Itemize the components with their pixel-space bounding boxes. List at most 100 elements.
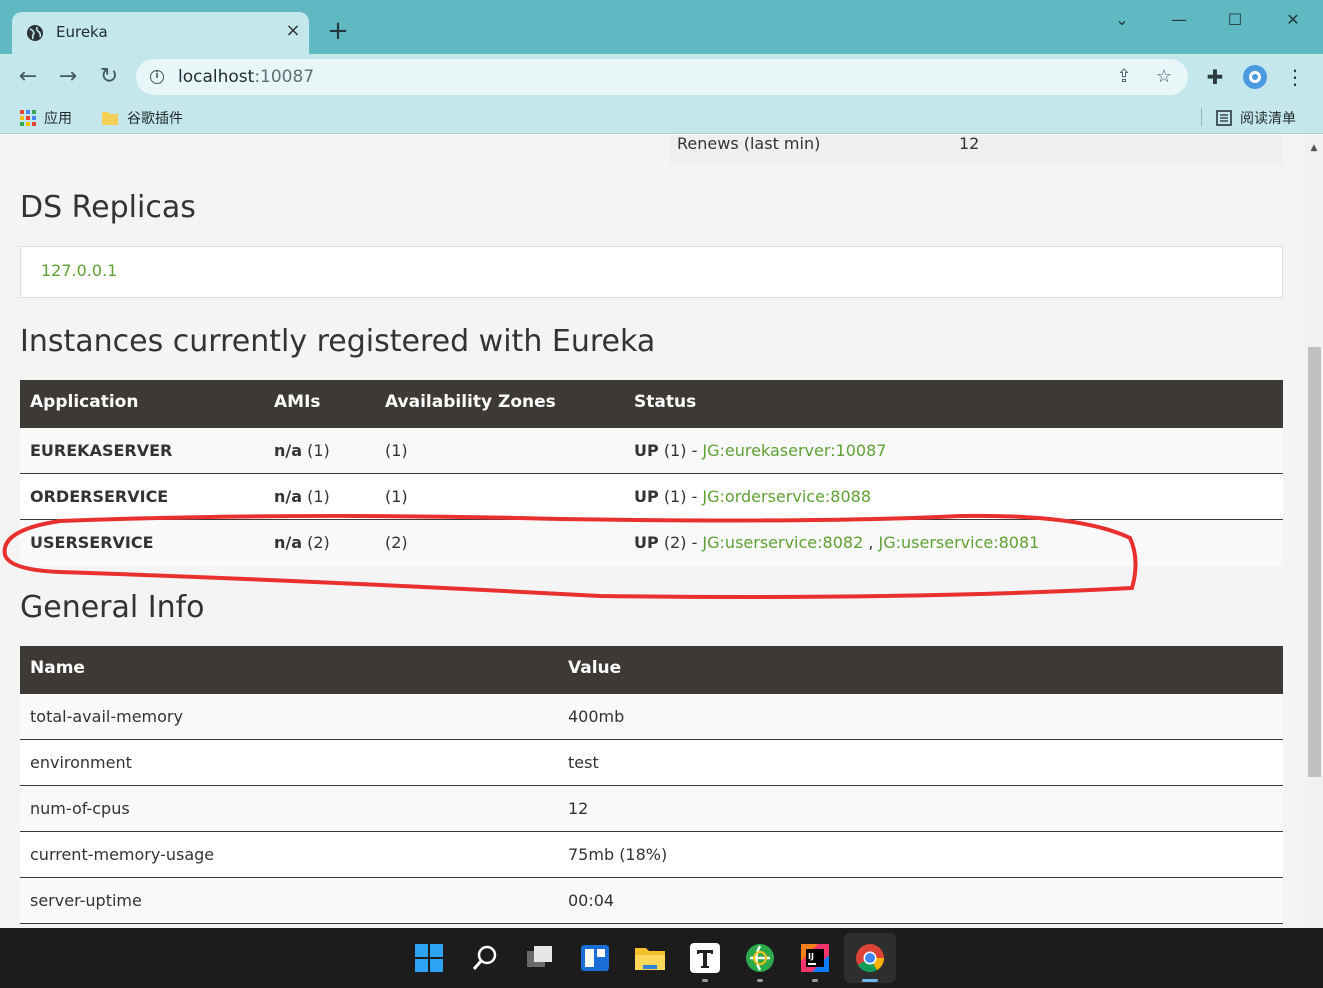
globe-icon xyxy=(27,25,43,41)
instance-link[interactable]: JG:orderservice:8088 xyxy=(702,487,871,506)
bookmark-apps[interactable]: 应用 xyxy=(20,108,72,128)
renews-label: Renews (last min) xyxy=(677,135,821,153)
instance-link[interactable]: JG:userservice:8081 xyxy=(879,533,1040,552)
bookmark-folder-extensions[interactable]: 谷歌插件 xyxy=(101,108,183,128)
forward-arrow-icon[interactable]: → xyxy=(55,64,81,90)
table-row: USERSERVICE n/a (2) (2) UP (2) - JG:user… xyxy=(20,520,1283,566)
task-view-icon[interactable] xyxy=(523,941,557,975)
amis-cell: n/a (2) xyxy=(274,533,330,552)
table-row: environment test xyxy=(20,740,1283,786)
bookmarks-divider xyxy=(1201,108,1202,126)
table-row: current-memory-usage 75mb (18%) xyxy=(20,832,1283,878)
scroll-up-arrow-icon[interactable]: ▲ xyxy=(1308,143,1320,153)
info-name: current-memory-usage xyxy=(30,845,215,864)
column-header-status: Status xyxy=(634,392,697,412)
browser-edge-icon[interactable] xyxy=(743,941,777,975)
table-row: server-uptime 00:04 xyxy=(20,878,1283,924)
typora-icon[interactable] xyxy=(688,941,722,975)
column-header-value: Value xyxy=(568,658,622,678)
address-bar[interactable]: i localhost:10087 ⇪ ☆ xyxy=(136,59,1188,95)
back-arrow-icon[interactable]: ← xyxy=(15,64,41,90)
share-icon[interactable]: ⇪ xyxy=(1114,67,1134,87)
info-name: num-of-cpus xyxy=(30,799,130,818)
instance-link[interactable]: JG:userservice:8082 xyxy=(702,533,863,552)
status-cell: UP (1) - JG:orderservice:8088 xyxy=(634,487,872,506)
general-info-heading: General Info xyxy=(20,590,205,625)
profile-avatar-icon[interactable] xyxy=(1242,64,1268,90)
general-info-table-header: Name Value xyxy=(20,646,1283,694)
app-name: USERSERVICE xyxy=(30,533,154,552)
status-cell: UP (2) - JG:userservice:8082 , JG:userse… xyxy=(634,533,1040,552)
scrollbar-thumb[interactable] xyxy=(1308,347,1321,777)
info-name: server-uptime xyxy=(30,891,142,910)
column-header-amis: AMIs xyxy=(274,392,321,412)
extensions-puzzle-icon[interactable]: ✚ xyxy=(1202,64,1228,90)
tab-close-icon[interactable]: × xyxy=(282,20,304,42)
column-header-name: Name xyxy=(30,658,85,678)
instances-table: Application AMIs Availability Zones Stat… xyxy=(20,380,1283,566)
reload-icon[interactable]: ↻ xyxy=(96,64,122,90)
windows-start-icon[interactable] xyxy=(412,941,446,975)
zones-cell: (2) xyxy=(385,533,408,552)
table-row: ORDERSERVICE n/a (1) (1) UP (1) - JG:ord… xyxy=(20,474,1283,520)
minimize-button[interactable]: — xyxy=(1156,6,1202,34)
page-viewport: Renews (last min) 12 DS Replicas 127.0.0… xyxy=(0,135,1305,928)
column-header-application: Application xyxy=(30,392,139,412)
page-scrollbar[interactable]: ▲ xyxy=(1305,135,1323,928)
renews-value: 12 xyxy=(959,135,980,153)
reading-list-icon xyxy=(1216,110,1232,126)
table-row: num-of-cpus 12 xyxy=(20,786,1283,832)
table-row: EUREKASERVER n/a (1) (1) UP (1) - JG:eur… xyxy=(20,428,1283,474)
amis-cell: n/a (1) xyxy=(274,487,330,506)
bookmarks-bar: 应用 谷歌插件 阅读清单 xyxy=(0,100,1323,134)
info-value: 12 xyxy=(568,799,589,818)
ds-replicas-heading: DS Replicas xyxy=(20,190,196,225)
ds-replicas-list: 127.0.0.1 xyxy=(20,246,1283,298)
star-icon[interactable]: ☆ xyxy=(1154,67,1174,87)
app-name: EUREKASERVER xyxy=(30,441,173,460)
search-icon[interactable] xyxy=(468,941,502,975)
menu-kebab-icon[interactable]: ⋮ xyxy=(1282,64,1308,90)
table-row: total-avail-memory 400mb xyxy=(20,694,1283,740)
intellij-idea-icon[interactable]: IJ xyxy=(798,941,832,975)
info-name: environment xyxy=(30,753,132,772)
site-info-icon[interactable]: i xyxy=(150,70,164,84)
zones-cell: (1) xyxy=(385,487,408,506)
zones-cell: (1) xyxy=(385,441,408,460)
instances-table-header: Application AMIs Availability Zones Stat… xyxy=(20,380,1283,428)
info-value: 00:04 xyxy=(568,891,615,910)
tab-title: Eureka xyxy=(56,23,108,41)
instances-heading: Instances currently registered with Eure… xyxy=(20,324,656,359)
replica-link[interactable]: 127.0.0.1 xyxy=(41,261,117,280)
instance-link[interactable]: JG:eurekaserver:10087 xyxy=(702,441,886,460)
chrome-icon[interactable] xyxy=(853,941,887,975)
tab-strip: Eureka × + ⌄ — ☐ ✕ xyxy=(0,0,1323,54)
active-indicator xyxy=(862,979,878,982)
running-indicator xyxy=(757,979,763,982)
info-value: 75mb (18%) xyxy=(568,845,668,864)
tab-search-icon[interactable]: ⌄ xyxy=(1099,6,1145,34)
new-tab-button[interactable]: + xyxy=(326,18,350,44)
general-info-table: Name Value total-avail-memory 400mb envi… xyxy=(20,646,1283,924)
info-name: total-avail-memory xyxy=(30,707,183,726)
running-indicator xyxy=(812,979,818,982)
browser-toolbar: ← → ↻ i localhost:10087 ⇪ ☆ ✚ ⋮ xyxy=(0,54,1323,100)
svg-text:IJ: IJ xyxy=(808,952,814,961)
reading-list-button[interactable]: 阅读清单 xyxy=(1216,108,1296,128)
maximize-button[interactable]: ☐ xyxy=(1212,6,1258,34)
folder-icon xyxy=(102,112,118,125)
info-value: test xyxy=(568,753,599,772)
running-indicator xyxy=(702,979,708,982)
close-window-button[interactable]: ✕ xyxy=(1270,6,1316,34)
column-header-zones: Availability Zones xyxy=(385,392,556,412)
file-explorer-icon[interactable] xyxy=(633,941,667,975)
widgets-icon[interactable] xyxy=(578,941,612,975)
apps-grid-icon xyxy=(20,110,36,126)
app-name: ORDERSERVICE xyxy=(30,487,169,506)
status-cell: UP (1) - JG:eurekaserver:10087 xyxy=(634,441,887,460)
tab-eureka[interactable]: Eureka × xyxy=(12,12,309,54)
amis-cell: n/a (1) xyxy=(274,441,330,460)
address-url[interactable]: localhost:10087 xyxy=(178,67,314,87)
renews-row: Renews (last min) 12 xyxy=(670,135,1283,165)
windows-taskbar: IJ xyxy=(0,928,1323,988)
